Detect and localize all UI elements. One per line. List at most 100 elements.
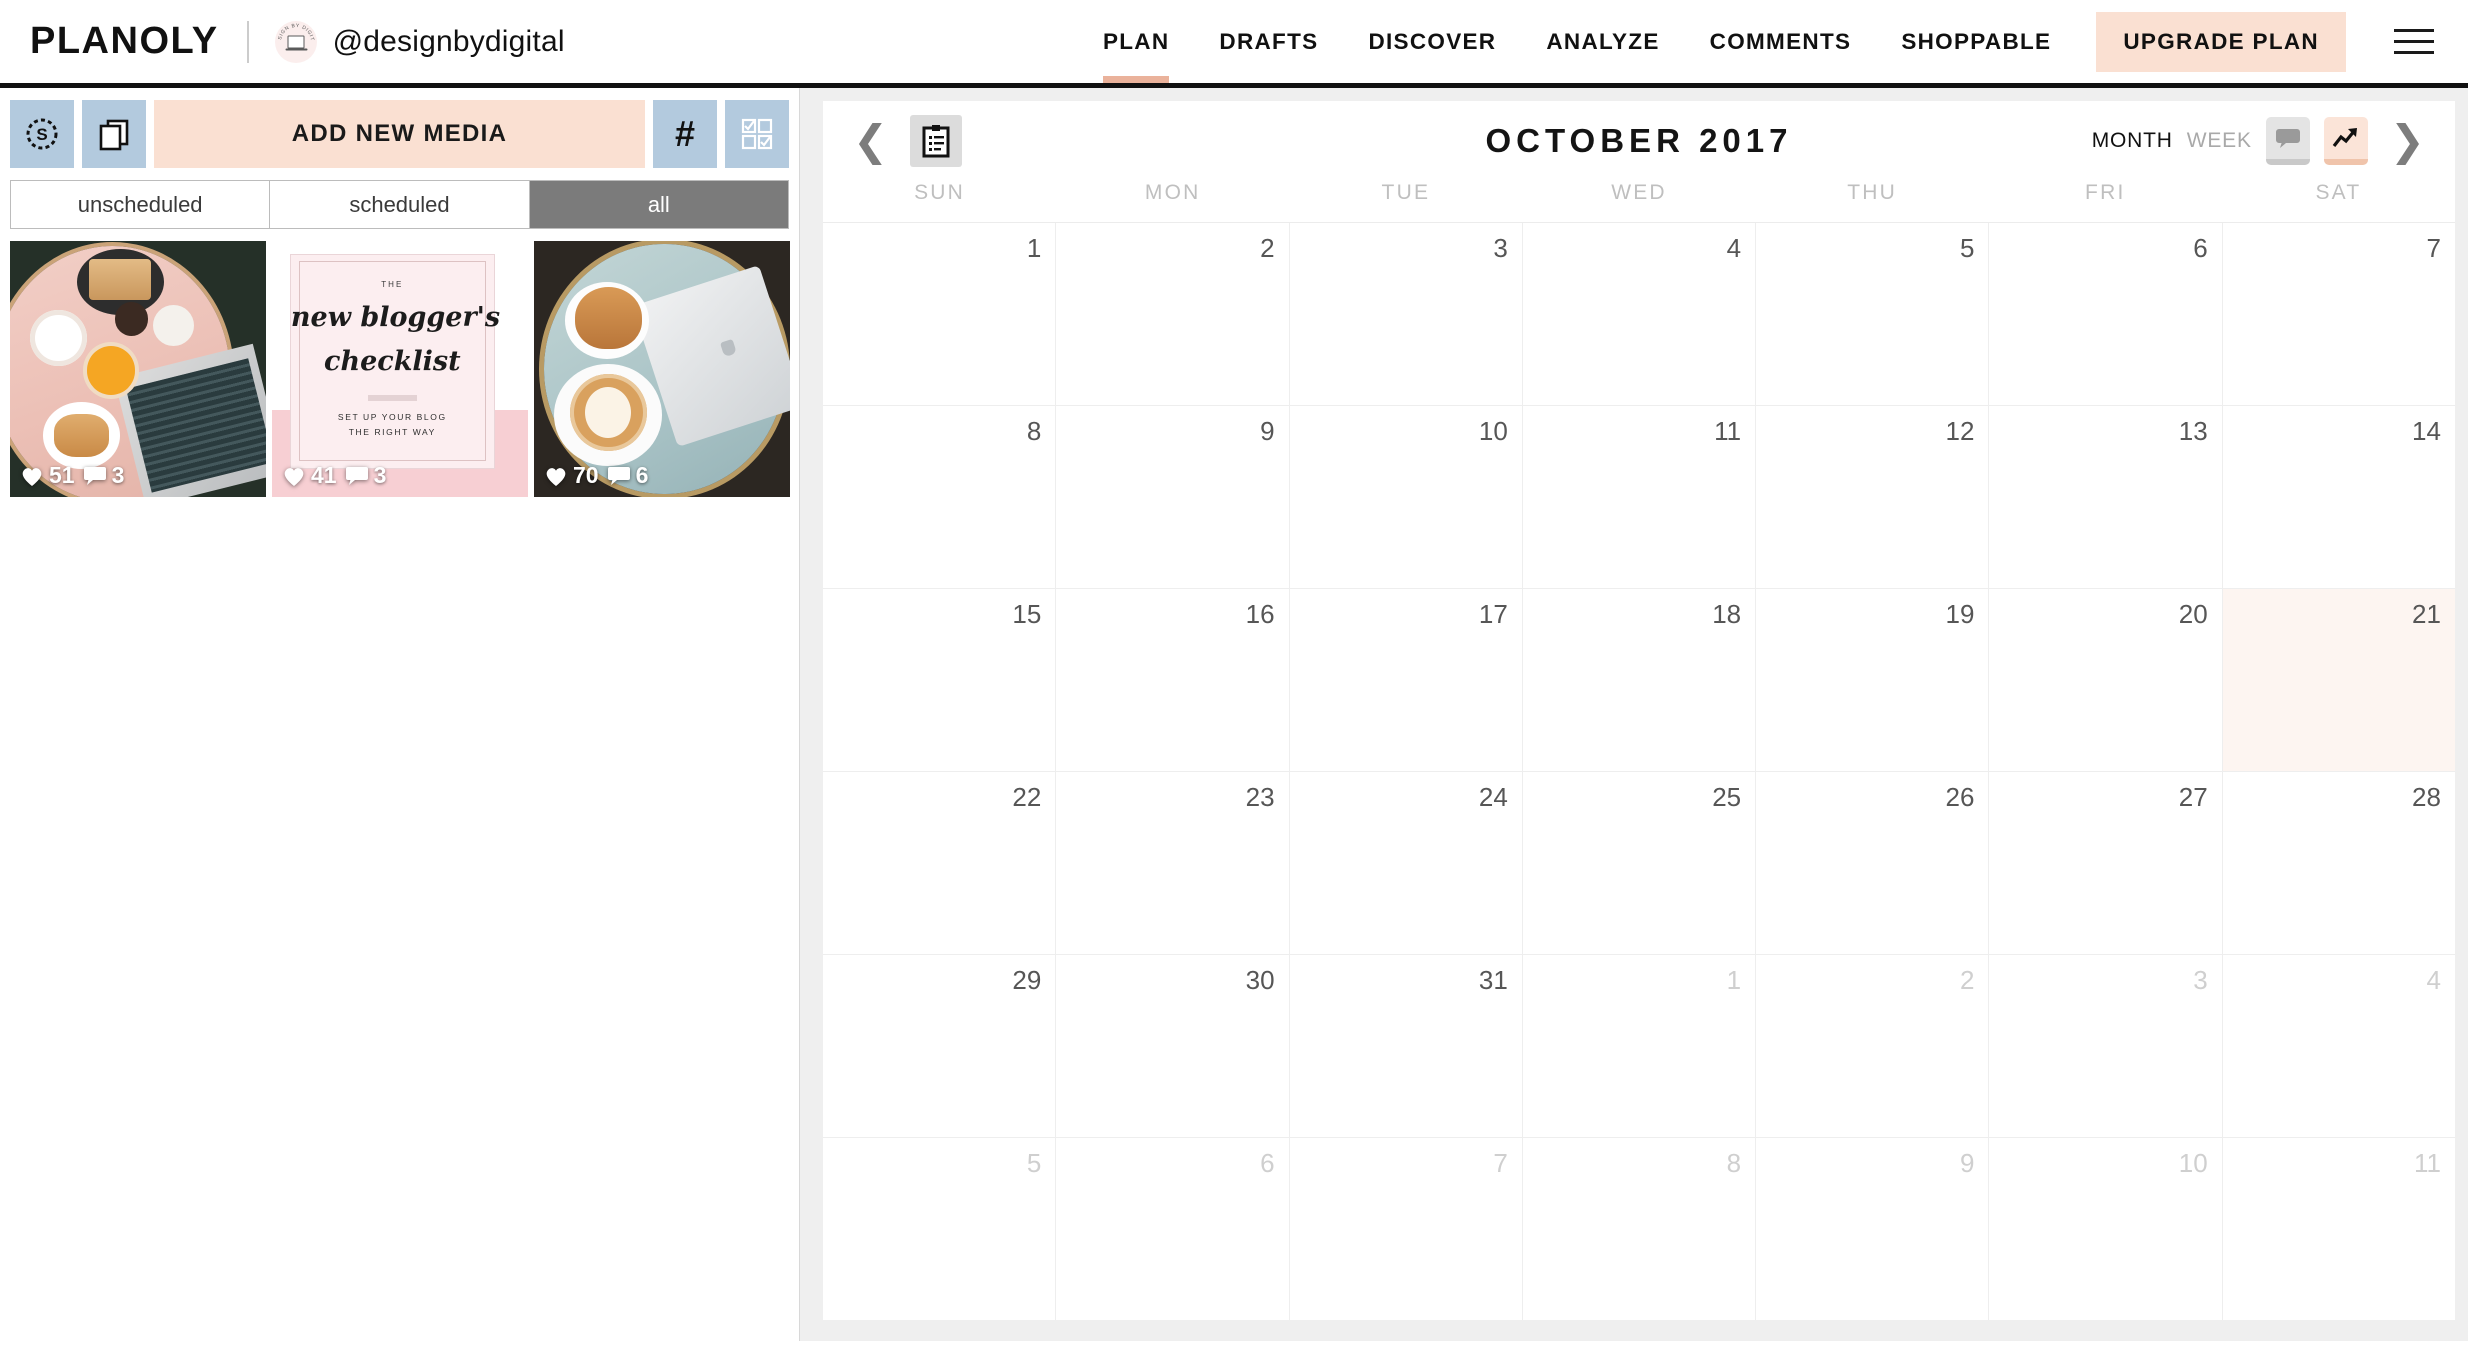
calendar-day-cell[interactable]: 18 [1523, 589, 1757, 771]
calendar-day-number: 27 [2178, 782, 2208, 812]
calendar-day-cell[interactable]: 2 [1756, 955, 1990, 1137]
weekday-tue: TUE [1381, 181, 1431, 204]
calendar-day-cell[interactable]: 1 [1523, 955, 1757, 1137]
upgrade-plan-button[interactable]: UPGRADE PLAN [2096, 11, 2346, 72]
calendar-day-cell[interactable]: 20 [1989, 589, 2223, 771]
nav-item-shoppable[interactable]: SHOPPABLE [1876, 0, 2076, 83]
calendar-week-row: 22 23 24 25 26 27 28 [823, 772, 2455, 955]
calendar-day-cell[interactable]: 15 [823, 589, 1057, 771]
view-toggle-month[interactable]: MONTH [2092, 129, 2173, 153]
layered-squares-icon[interactable] [82, 100, 146, 168]
calendar-day-cell[interactable]: 3 [1290, 223, 1523, 405]
calendar-day-cell-today[interactable]: 21 [2222, 589, 2455, 771]
calendar-day-cell[interactable]: 5 [1756, 223, 1990, 405]
calendar-day-cell[interactable]: 11 [1523, 406, 1757, 588]
calendar-week-row: 29 30 31 1 2 3 4 [823, 955, 2455, 1138]
calendar-day-cell[interactable]: 3 [1989, 955, 2223, 1137]
calendar-day-cell[interactable]: 26 [1756, 772, 1990, 954]
calendar-day-cell[interactable]: 22 [823, 772, 1057, 954]
calendar-day-number: 23 [1245, 782, 1275, 812]
calendar-day-cell[interactable]: 29 [823, 955, 1057, 1137]
chevron-left-icon[interactable]: ❮ [845, 120, 896, 162]
calendar-day-cell[interactable]: 10 [1290, 406, 1523, 588]
calendar-day-cell[interactable]: 7 [2223, 223, 2455, 405]
calendar-header: ❮ OCTOBER 2017 MONTH WEEK ❯ [823, 101, 2455, 181]
calendar-day-number: 2 [1260, 233, 1275, 263]
calendar-day-cell[interactable]: 19 [1756, 589, 1990, 771]
calendar-day-number: 1 [1726, 965, 1742, 995]
planoly-logo[interactable]: PLANOLY [30, 20, 219, 63]
thumb-sub-line2: THE RIGHT WAY [348, 427, 436, 438]
hashtag-icon[interactable]: # [653, 100, 717, 168]
calendar-day-cell[interactable]: 6 [1056, 1138, 1290, 1320]
view-toggle-week[interactable]: WEEK [2187, 129, 2252, 153]
calendar-day-cell[interactable]: 10 [1989, 1138, 2223, 1320]
media-thumbnail[interactable]: 51 3 [10, 241, 266, 497]
calendar-day-cell[interactable]: 7 [1290, 1138, 1523, 1320]
calendar-day-number: 16 [1245, 599, 1275, 629]
calendar-day-cell[interactable]: 6 [1989, 223, 2223, 405]
trend-arrow-icon[interactable] [2323, 117, 2368, 165]
calendar-day-cell[interactable]: 9 [1756, 1138, 1990, 1320]
calendar-day-number: 7 [2426, 233, 2441, 263]
calendar-day-cell[interactable]: 23 [1056, 772, 1290, 954]
calendar-day-cell[interactable]: 16 [1056, 589, 1290, 771]
calendar-day-cell[interactable]: 31 [1290, 955, 1523, 1137]
calendar-day-cell[interactable]: 28 [2223, 772, 2455, 954]
weekday-mon: MON [1144, 181, 1201, 204]
filter-tab-all[interactable]: all [529, 181, 788, 228]
nav-item-drafts[interactable]: DRAFTS [1194, 0, 1343, 83]
weekday-sun: SUN [914, 181, 966, 204]
calendar-day-number: 30 [1245, 965, 1275, 995]
nav-item-analyze[interactable]: ANALYZE [1521, 0, 1684, 83]
calendar-day-cell[interactable]: 1 [823, 223, 1057, 405]
filter-tab-unscheduled[interactable]: unscheduled [11, 181, 271, 228]
media-image-blogger-checklist: THE new blogger's checklist SET UP YOUR … [272, 241, 528, 497]
calendar-day-cell[interactable]: 24 [1290, 772, 1523, 954]
nav-item-comments[interactable]: COMMENTS [1685, 0, 1877, 83]
hamburger-bar [2394, 29, 2434, 32]
account-handle[interactable]: @designbydigital [333, 25, 565, 59]
stories-circle-s-icon[interactable]: S [10, 100, 74, 168]
calendar-day-cell[interactable]: 9 [1056, 406, 1290, 588]
speech-bubble-icon[interactable] [2265, 117, 2310, 165]
calendar-day-cell[interactable]: 4 [1523, 223, 1757, 405]
nav-item-plan[interactable]: PLAN [1078, 0, 1194, 83]
calendar-day-number: 31 [1478, 965, 1508, 995]
calendar-week-row: 5 6 7 8 9 10 11 [823, 1138, 2455, 1320]
grid-checkbox-select-icon[interactable] [725, 100, 789, 168]
calendar-day-cell[interactable]: 4 [2223, 955, 2455, 1137]
clipboard-icon-glyph [922, 125, 950, 158]
calendar-day-number: 12 [1945, 416, 1975, 446]
calendar-day-cell[interactable]: 14 [2223, 406, 2455, 588]
calendar-day-cell[interactable]: 5 [823, 1138, 1057, 1320]
avatar[interactable]: DESIGN BY DIGITAL [274, 20, 317, 63]
calendar-day-cell[interactable]: 8 [1523, 1138, 1757, 1320]
media-thumbnail[interactable]: 70 6 [534, 241, 790, 497]
calendar-day-cell[interactable]: 13 [1989, 406, 2223, 588]
calendar-day-cell[interactable]: 12 [1756, 406, 1990, 588]
nav-item-discover[interactable]: DISCOVER [1343, 0, 1521, 83]
calendar-day-cell[interactable]: 17 [1290, 589, 1523, 771]
calendar-day-cell[interactable]: 2 [1056, 223, 1290, 405]
chevron-right-icon[interactable]: ❯ [2382, 120, 2433, 162]
calendar-day-number: 1 [1026, 233, 1042, 263]
calendar-day-cell[interactable]: 30 [1056, 955, 1290, 1137]
filter-tab-scheduled[interactable]: scheduled [270, 181, 530, 228]
calendar-day-number: 9 [1959, 1148, 1975, 1178]
hamburger-menu-icon[interactable] [2394, 29, 2434, 54]
calendar-day-cell[interactable]: 8 [823, 406, 1057, 588]
calendar-day-cell[interactable]: 27 [1989, 772, 2223, 954]
hamburger-bar [2394, 40, 2434, 43]
media-thumbnail[interactable]: THE new blogger's checklist SET UP YOUR … [272, 241, 528, 497]
calendar-area: ❮ OCTOBER 2017 MONTH WEEK ❯ SUN MON TUE … [800, 88, 2468, 1341]
calendar-panel: ❮ OCTOBER 2017 MONTH WEEK ❯ SUN MON TUE … [823, 101, 2455, 1320]
thumb-script-line2: checklist [324, 346, 461, 378]
calendar-day-cell[interactable]: 11 [2223, 1138, 2455, 1320]
add-new-media-button[interactable]: ADD NEW MEDIA [154, 100, 645, 168]
comment-count: 3 [111, 462, 125, 488]
calendar-day-number: 4 [2426, 965, 2441, 995]
calendar-day-cell[interactable]: 25 [1523, 772, 1757, 954]
calendar-day-number: 5 [1026, 1148, 1042, 1178]
clipboard-list-icon[interactable] [910, 115, 963, 167]
